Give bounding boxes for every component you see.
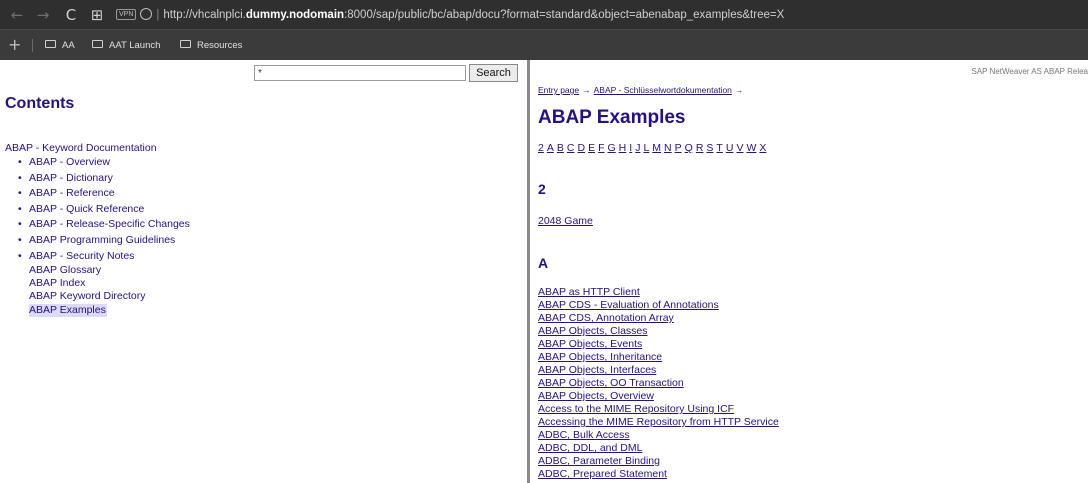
alpha-link[interactable]: N [664, 142, 672, 154]
breadcrumb-arrow: → [582, 85, 591, 95]
example-link[interactable]: ABAP CDS - Evaluation of Annotations [538, 299, 779, 312]
example-link[interactable]: Access to the MIME Repository Using ICF [538, 403, 779, 416]
url-path: :8000/sap/public/bc/abap/docu?format=sta… [344, 9, 785, 21]
reload-icon[interactable]: C [60, 4, 82, 26]
alphabet-index: 2ABCDEFGHIJLMNPQRSTUVWX [538, 142, 769, 154]
contents-title: Contents [5, 95, 75, 112]
bookmark-aat-launch[interactable]: AAT Launch [92, 38, 160, 54]
folder-icon [180, 40, 191, 49]
example-link[interactable]: ABAP Objects, Inheritance [538, 351, 779, 364]
alpha-link[interactable]: X [759, 142, 766, 154]
section-heading-2: 2 [538, 181, 546, 197]
example-link[interactable]: 2048 Game [538, 215, 593, 227]
alpha-link[interactable]: Q [685, 142, 693, 154]
example-link[interactable]: ABAP as HTTP Client [538, 286, 779, 299]
search-button[interactable]: Search [469, 64, 518, 82]
toc-item-quick-reference[interactable]: ABAP - Quick Reference [18, 202, 190, 218]
search-input[interactable] [254, 65, 466, 81]
alpha-link[interactable]: D [577, 142, 585, 154]
bookmark-label: Resources [197, 40, 243, 51]
example-link[interactable]: ADBC, Prepared Statement [538, 468, 779, 481]
alpha-link[interactable]: H [619, 142, 627, 154]
alpha-link[interactable]: B [557, 142, 564, 154]
alpha-link[interactable]: A [547, 142, 554, 154]
globe-icon[interactable] [140, 7, 153, 20]
toc-item-reference[interactable]: ABAP - Reference [18, 186, 190, 202]
example-link[interactable]: ABAP Objects, Events [538, 338, 779, 351]
toc-item-overview[interactable]: ABAP - Overview [18, 155, 190, 171]
alpha-link[interactable]: U [726, 142, 734, 154]
bookmark-label: AAT Launch [109, 40, 161, 51]
address-bar[interactable]: VPN | http://vhcalnplci.dummy.nodomain:800… [116, 6, 1088, 25]
bookmark-resources[interactable]: Resources [180, 38, 242, 54]
toc-item-examples-selected[interactable]: ABAP Examples [29, 303, 107, 317]
document-pane: SAP NetWeaver AS ABAP Relea Entry page → A… [530, 60, 1088, 483]
url-prefix: http://vhcalnplci. [163, 9, 246, 21]
new-tab-icon[interactable]: + [8, 35, 21, 55]
alpha-link[interactable]: C [567, 142, 575, 154]
breadcrumb: Entry page → ABAP - Schlüsselwortdokumenta… [538, 85, 746, 95]
example-link[interactable]: ADBC, Parameter Binding [538, 455, 779, 468]
section-a-links: ABAP as HTTP Client ABAP CDS - Evaluatio… [538, 286, 779, 481]
system-note: SAP NetWeaver AS ABAP Relea [971, 67, 1088, 76]
breadcrumb-keyword-doc[interactable]: ABAP - Schlüsselwortdokumentation [594, 85, 732, 95]
url-separator: | [156, 9, 160, 21]
page-title: ABAP Examples [538, 107, 686, 128]
example-link[interactable]: ABAP Objects, Classes [538, 325, 779, 338]
example-link[interactable]: ABAP Objects, OO Transaction [538, 377, 779, 390]
toc-root-link[interactable]: ABAP - Keyword Documentation [5, 142, 157, 154]
back-icon[interactable]: ← [6, 4, 28, 26]
alpha-link[interactable]: F [598, 142, 604, 154]
toc-item-programming-guidelines[interactable]: ABAP Programming Guidelines [18, 233, 190, 249]
example-link[interactable]: ABAP CDS, Annotation Array [538, 312, 779, 325]
alpha-link[interactable]: J [635, 142, 640, 154]
alpha-link[interactable]: G [608, 142, 616, 154]
toc-item-glossary[interactable]: ABAP Glossary [29, 264, 146, 277]
toc-item-release-changes[interactable]: ABAP - Release-Specific Changes [18, 217, 190, 233]
example-link[interactable]: ADBC, DDL, and DML [538, 442, 779, 455]
alpha-link[interactable]: M [652, 142, 661, 154]
alpha-link[interactable]: I [629, 142, 632, 154]
browser-chrome: ← → C ⊞ VPN | http://vhcalnplci.dummy.nodo… [0, 0, 1088, 60]
alpha-link[interactable]: L [643, 142, 649, 154]
alpha-link[interactable]: V [736, 142, 743, 154]
url-host: dummy.nodomain [245, 9, 345, 21]
alpha-link[interactable]: E [588, 142, 595, 154]
alpha-link[interactable]: W [746, 142, 756, 154]
apps-icon[interactable]: ⊞ [86, 4, 108, 26]
alpha-link[interactable]: R [696, 142, 704, 154]
bookmarks-bar: + AA AAT Launch Resources [0, 30, 1088, 60]
folder-icon [45, 40, 56, 49]
contents-pane: Search Contents ABAP - Keyword Documenta… [0, 60, 527, 483]
alpha-link[interactable]: S [706, 142, 713, 154]
alpha-link[interactable]: T [716, 142, 722, 154]
example-link[interactable]: ABAP Objects, Overview [538, 390, 779, 403]
example-link[interactable]: ABAP Objects, Interfaces [538, 364, 779, 377]
toc-item-keyword-directory[interactable]: ABAP Keyword Directory [29, 290, 146, 303]
alpha-link[interactable]: 2 [538, 142, 544, 154]
toc-item-index[interactable]: ABAP Index [29, 277, 146, 290]
bookmark-aa[interactable]: AA [45, 38, 75, 54]
breadcrumb-entry-page[interactable]: Entry page [538, 85, 579, 95]
example-link[interactable]: ADBC, Bulk Access [538, 429, 779, 442]
forward-icon[interactable]: → [32, 4, 54, 26]
vpn-badge[interactable]: VPN [116, 9, 137, 21]
toc-list: ABAP - Overview ABAP - Dictionary ABAP -… [18, 155, 190, 264]
address-bar-row: ← → C ⊞ VPN | http://vhcalnplci.dummy.nodo… [0, 0, 1088, 30]
alpha-link[interactable]: P [675, 142, 682, 154]
example-link[interactable]: Accessing the MIME Repository from HTTP … [538, 416, 779, 429]
section-heading-a: A [538, 255, 549, 271]
bookmark-label: AA [62, 40, 75, 51]
toc-item-security-notes[interactable]: ABAP - Security Notes [18, 249, 190, 265]
toc-plain-list: ABAP Glossary ABAP Index ABAP Keyword Di… [29, 264, 146, 317]
toc-item-dictionary[interactable]: ABAP - Dictionary [18, 171, 190, 187]
bookmarks-divider [32, 39, 33, 52]
breadcrumb-arrow: → [734, 85, 744, 95]
folder-icon [92, 40, 103, 49]
